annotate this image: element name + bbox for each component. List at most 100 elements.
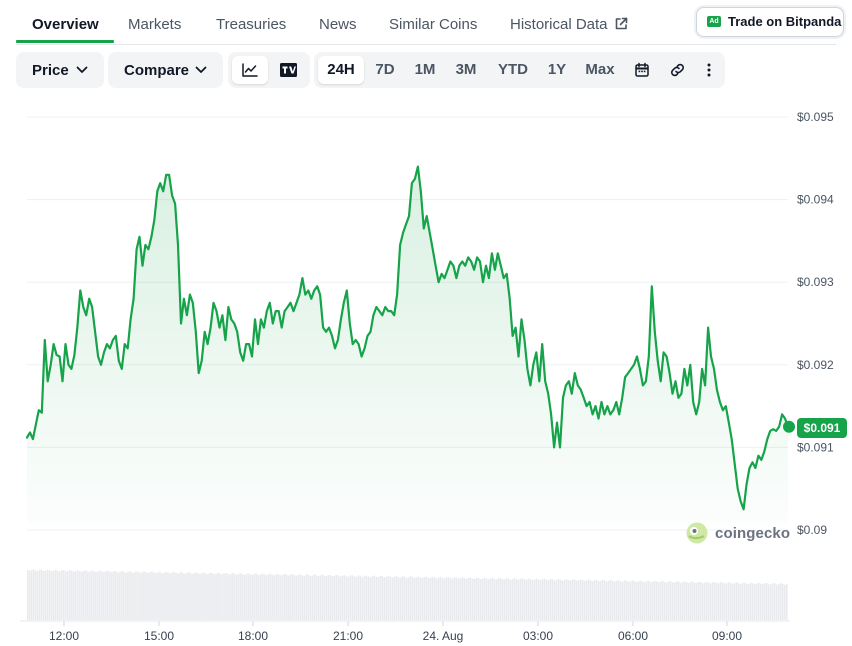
volume-bar [271,574,273,620]
volume-bar [457,578,460,620]
range-7d-button[interactable]: 7D [370,56,400,84]
volume-bar [555,580,558,620]
volume-bar [745,583,748,620]
volume-bar [91,570,93,620]
volume-bar [675,581,678,620]
volume-bar [737,583,740,620]
more-options-button[interactable] [694,56,724,84]
volume-bar [481,578,484,620]
compare-dropdown[interactable]: Compare [108,52,223,88]
volume-bar [671,582,674,620]
volume-bar [365,575,368,620]
volume-bar [375,576,378,620]
volume-bar [767,584,770,620]
volume-bar [753,584,756,620]
range-24h-button[interactable]: 24H [318,56,364,84]
trade-button-label: Trade on Bitpanda [728,14,842,29]
volume-bar [351,575,354,620]
volume-bar [77,570,79,620]
volume-bar [357,575,360,620]
volume-bar [117,572,119,620]
volume-bar [771,583,774,620]
external-link-icon [615,17,627,30]
volume-bar [83,570,85,620]
volume-bar [267,574,269,620]
line-chart-view-button[interactable] [232,56,268,84]
volume-bar [423,577,426,620]
range-1y-button[interactable]: 1Y [542,56,572,84]
volume-bar [623,580,626,620]
volume-bar [215,573,217,620]
volume-bar [487,579,490,620]
price-chart[interactable]: $0.09 $0.091 $0.092 $0.093 $0.094 $0.095 12:0… [0,96,852,646]
volume-bar [453,577,456,620]
price-dropdown[interactable]: Price [16,52,104,88]
volume-bar [699,582,702,620]
tab-markets[interactable]: Markets [128,16,181,33]
x-axis: 12:00 15:00 18:00 21:00 24. Aug 03:00 06:00 09:… [20,620,790,643]
volume-bar [201,573,203,620]
volume-bar [379,576,382,620]
volume-bar [701,583,704,620]
volume-bar [651,581,654,620]
volume-bar [721,582,724,620]
range-max-button[interactable]: Max [580,56,620,84]
volume-bar [317,576,319,620]
volume-bar [419,577,422,620]
volume-bar [589,580,592,620]
line-chart-icon [242,63,258,77]
volume-bar [579,579,582,620]
chevron-down-icon [195,66,207,73]
trade-on-bitpanda-button[interactable]: Ad Trade on Bitpanda [696,7,844,37]
volume-bar [397,577,400,620]
volume-bar [253,573,255,620]
volume-bar [639,580,642,620]
tab-treasuries[interactable]: Treasuries [216,16,286,33]
range-1m-button[interactable]: 1M [408,56,442,84]
tradingview-view-button[interactable] [270,56,306,84]
volume-bar [337,575,340,620]
tab-historical-data[interactable]: Historical Data [510,16,628,33]
volume-bar [305,574,307,620]
volume-bar [657,582,660,620]
volume-bar [227,574,229,620]
range-ytd-button[interactable]: YTD [492,56,534,84]
volume-bar [301,575,303,620]
volume-bar [461,577,464,620]
volume-bar [265,575,267,620]
range-3m-button[interactable]: 3M [449,56,483,84]
x-tick-label: 09:00 [712,629,742,643]
volume-bar [41,569,43,620]
volume-bar [291,574,293,620]
tab-similar-coins[interactable]: Similar Coins [389,16,477,33]
volume-bar [503,579,506,620]
volume-bar [171,572,173,620]
date-range-button[interactable] [627,56,657,84]
volume-bar [469,577,472,620]
tab-overview[interactable]: Overview [32,16,99,33]
volume-bar [489,578,492,620]
volume-bar [493,578,496,620]
coingecko-logo-icon [686,522,708,544]
tab-historical-data-label: Historical Data [510,16,608,33]
volume-bar [367,576,370,620]
volume-bar [119,572,121,620]
volume-bar [389,576,392,620]
volume-bar [255,573,257,620]
volume-bar [237,574,239,620]
volume-bar [151,571,153,620]
volume-bar [407,577,410,620]
volume-bar [707,582,710,620]
volume-bar [543,578,546,620]
tab-news[interactable]: News [319,16,357,33]
volume-bar [525,579,528,620]
share-link-button[interactable] [662,56,692,84]
volume-bar [649,582,652,620]
volume-bar [165,571,167,620]
volume-bar [415,577,418,620]
volume-bar [191,573,193,620]
volume-bar [33,569,35,620]
volume-bar [129,571,131,620]
volume-bar [105,571,107,620]
volume-bar [199,574,201,620]
